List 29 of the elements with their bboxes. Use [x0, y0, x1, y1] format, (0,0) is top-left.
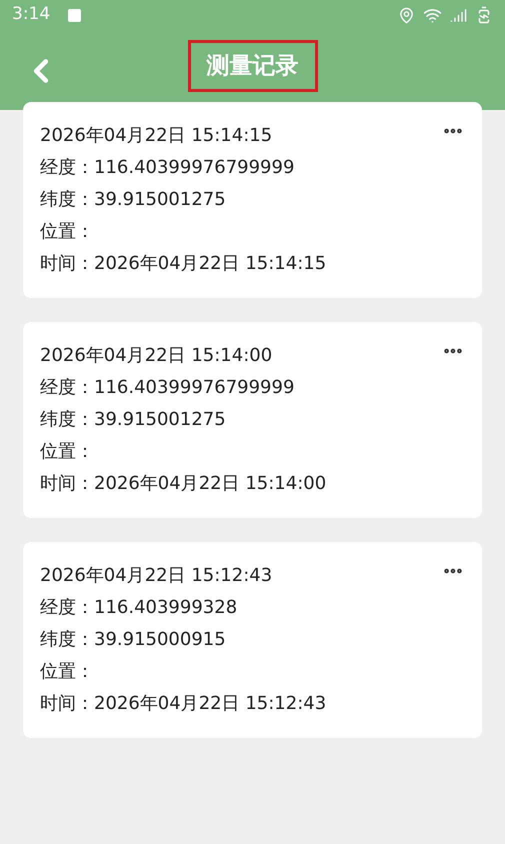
- field-value: 39.915001275: [94, 188, 226, 212]
- field-value: 116.40399976799999: [94, 376, 294, 400]
- record-heading: 2026年04月22日 15:14:15: [40, 124, 272, 148]
- field-label: 经度：: [40, 596, 94, 620]
- field-label: 时间：: [40, 252, 94, 276]
- notification-icon: [68, 8, 82, 22]
- field-label: 纬度：: [40, 408, 94, 432]
- field-value: 39.915000915: [94, 628, 226, 652]
- record-heading: 2026年04月22日 15:12:43: [40, 564, 272, 588]
- field-label: 纬度：: [40, 188, 94, 212]
- status-time: 3:14: [12, 3, 50, 26]
- field-label: 经度：: [40, 156, 94, 180]
- field-value: 2026年04月22日 15:12:43: [94, 692, 326, 716]
- field-value: 2026年04月22日 15:14:00: [94, 472, 326, 496]
- record-heading: 2026年04月22日 15:14:00: [40, 344, 272, 368]
- location-icon: [398, 6, 415, 24]
- field-label: 时间：: [40, 692, 94, 716]
- field-value: 116.403999328: [94, 596, 238, 620]
- field-label: 位置：: [40, 220, 94, 244]
- field-label: 位置：: [40, 660, 94, 684]
- field-value: 39.915001275: [94, 408, 226, 432]
- field-value: 116.40399976799999: [94, 156, 294, 180]
- field-label: 时间：: [40, 472, 94, 496]
- page-title: 测量记录: [206, 52, 298, 79]
- field-value: 2026年04月22日 15:14:15: [94, 252, 326, 276]
- field-label: 经度：: [40, 376, 94, 400]
- field-label: 位置：: [40, 440, 94, 464]
- signal-icon: [450, 6, 467, 24]
- field-label: 纬度：: [40, 628, 94, 652]
